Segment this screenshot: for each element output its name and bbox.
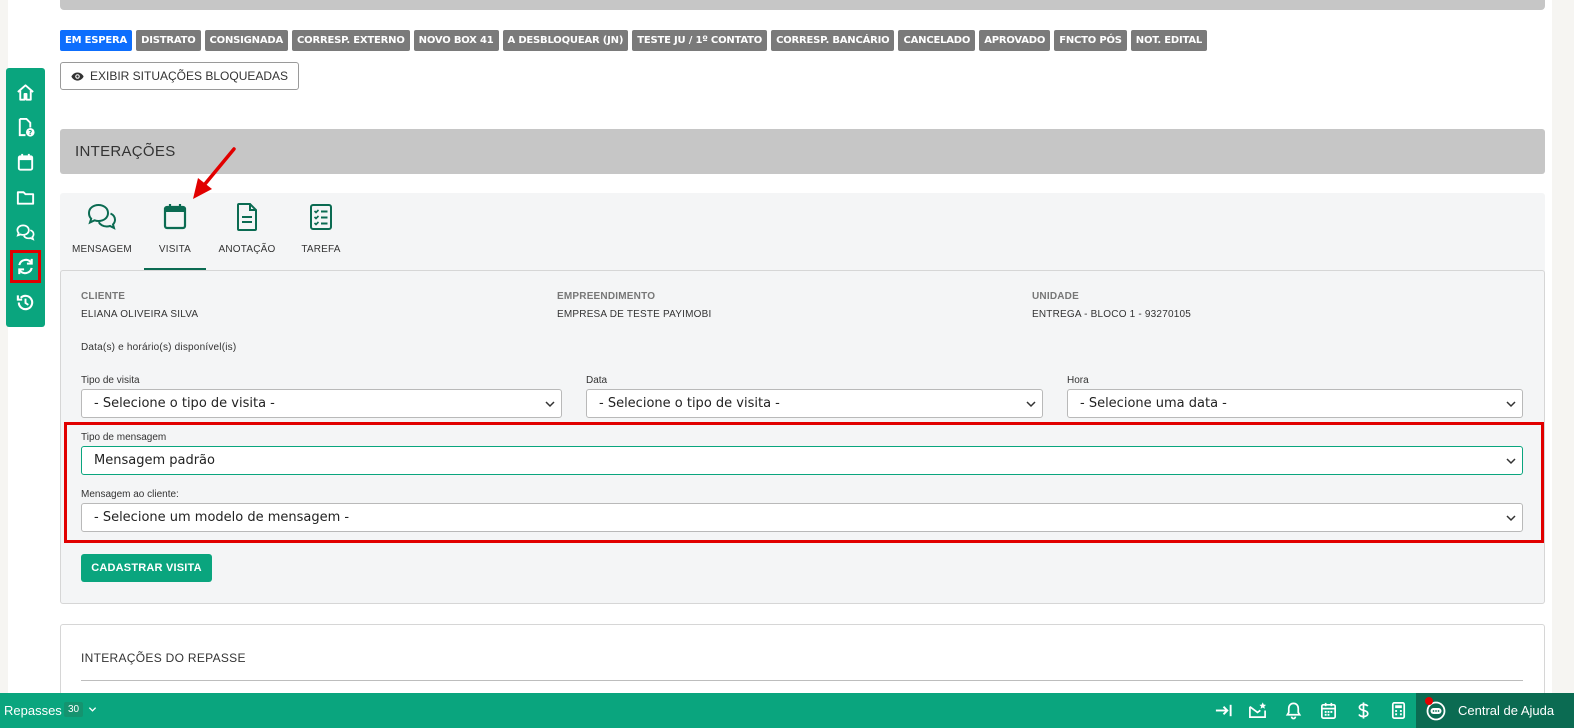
chat-icon	[16, 224, 35, 241]
data-value: - Selecione o tipo de visita -	[599, 396, 780, 411]
status-badge-corresp-bancario[interactable]: CORRESP. BANCÁRIO	[771, 30, 895, 51]
sync-icon	[18, 258, 33, 275]
history-icon	[16, 294, 34, 311]
unidade-label: UNIDADE	[1032, 291, 1079, 302]
collapse-right-icon[interactable]	[1214, 701, 1233, 720]
status-badge-corresp-externo[interactable]: CORRESP. EXTERNO	[292, 30, 410, 51]
help-center-button[interactable]: Central de Ajuda	[1416, 693, 1574, 728]
tab-anotacao[interactable]: ANOTAÇÃO	[216, 201, 278, 270]
tipo-visita-select[interactable]: - Selecione o tipo de visita -	[81, 389, 562, 418]
show-blocked-label: EXIBIR SITUAÇÕES BLOQUEADAS	[90, 69, 289, 83]
main-content: EM ESPERA DISTRATO CONSIGNADA CORRESP. E…	[0, 0, 1574, 728]
chevron-down-icon[interactable]	[88, 705, 97, 714]
status-badge-consignada[interactable]: CONSIGNADA	[204, 30, 289, 51]
hora-value: - Selecione uma data -	[1080, 396, 1227, 411]
status-badge-not-edital[interactable]: NOT. EDITAL	[1130, 30, 1208, 51]
sidebar-item-calendar[interactable]	[12, 149, 39, 176]
tipo-visita-label: Tipo de visita	[81, 375, 140, 386]
repasse-title: INTERAÇÕES DO REPASSE	[81, 651, 246, 665]
help-center-label: Central de Ajuda	[1458, 703, 1555, 718]
bottom-bar-title[interactable]: Repasses	[4, 703, 62, 718]
tipo-visita-value: - Selecione o tipo de visita -	[94, 396, 275, 411]
top-panel-edge	[60, 0, 1545, 10]
cliente-value: ELIANA OLIVEIRA SILVA	[81, 309, 199, 320]
chat-icon	[87, 203, 117, 230]
sidebar-item-home[interactable]	[12, 79, 39, 106]
document-icon	[237, 203, 257, 231]
bottom-bar: Repasses 30 Central de Ajuda	[0, 693, 1574, 728]
empreendimento-label: EMPREENDIMENTO	[557, 291, 656, 302]
sidebar: ?	[6, 68, 45, 327]
hora-label: Hora	[1067, 375, 1089, 386]
dollar-icon[interactable]	[1354, 701, 1373, 720]
show-blocked-button[interactable]: EXIBIR SITUAÇÕES BLOQUEADAS	[60, 62, 300, 90]
section-title: INTERAÇÕES	[60, 129, 1545, 174]
home-icon	[17, 84, 34, 101]
status-badge-novo-box-41[interactable]: NOVO BOX 41	[413, 30, 499, 51]
chevron-down-icon	[1506, 401, 1516, 408]
status-badge-fncto-pos[interactable]: FNCTO PÓS	[1054, 30, 1127, 51]
status-badge-list: EM ESPERA DISTRATO CONSIGNADA CORRESP. E…	[60, 30, 1208, 51]
sidebar-item-history[interactable]	[12, 289, 39, 316]
sidebar-item-chat[interactable]	[12, 219, 39, 246]
cliente-label: CLIENTE	[81, 291, 126, 302]
tab-mensagem-label: MENSAGEM	[72, 244, 132, 255]
hora-select[interactable]: - Selecione uma data -	[1067, 389, 1523, 418]
calendar-icon	[163, 204, 187, 230]
status-badge-cancelado[interactable]: CANCELADO	[898, 30, 976, 51]
repasse-interactions-box: INTERAÇÕES DO REPASSE	[60, 624, 1545, 704]
divider	[81, 680, 1523, 681]
eye-icon	[71, 71, 84, 81]
mail-star-icon[interactable]	[1248, 701, 1267, 720]
calculator-icon[interactable]	[1389, 701, 1408, 720]
folder-icon	[16, 191, 35, 205]
cadastrar-visita-button[interactable]: CADASTRAR VISITA	[81, 554, 212, 582]
status-badge-distrato[interactable]: DISTRATO	[136, 30, 201, 51]
calendar-icon	[17, 153, 34, 171]
status-badge-a-desbloquear[interactable]: A DESBLOQUEAR (JN)	[502, 30, 629, 51]
sidebar-item-folder[interactable]	[12, 184, 39, 211]
sidebar-item-file-question[interactable]: ?	[12, 114, 39, 141]
highlight-box	[64, 422, 1544, 543]
empreendimento-value: EMPRESA DE TESTE PAYIMOBI	[557, 309, 712, 320]
status-badge-aprovado[interactable]: APROVADO	[979, 30, 1051, 51]
tab-tarefa[interactable]: TAREFA	[290, 201, 352, 270]
data-label: Data	[586, 375, 608, 386]
file-question-icon: ?	[18, 117, 35, 137]
tab-mensagem[interactable]: MENSAGEM	[72, 201, 132, 270]
bottom-bar-count: 30	[64, 702, 84, 717]
chevron-down-icon	[1026, 401, 1036, 408]
checklist-icon	[310, 204, 332, 230]
data-select[interactable]: - Selecione o tipo de visita -	[586, 389, 1043, 418]
sidebar-item-sync[interactable]	[10, 250, 41, 283]
notification-dot	[1425, 697, 1433, 705]
calendar-icon[interactable]	[1319, 701, 1338, 720]
status-badge-teste-ju[interactable]: TESTE JU / 1º CONTATO	[632, 30, 768, 51]
tab-anotacao-label: ANOTAÇÃO	[218, 244, 276, 255]
tab-tarefa-label: TAREFA	[301, 244, 341, 255]
available-dates-note: Data(s) e horário(s) disponível(is)	[81, 342, 237, 353]
tab-visita[interactable]: VISITA	[144, 201, 206, 270]
svg-text:?: ?	[28, 129, 32, 137]
tab-visita-label: VISITA	[158, 244, 192, 255]
unidade-value: ENTREGA - BLOCO 1 - 93270105	[1032, 309, 1192, 320]
status-badge-em-espera[interactable]: EM ESPERA	[60, 30, 133, 51]
chevron-down-icon	[545, 401, 555, 408]
bell-icon[interactable]	[1284, 701, 1303, 720]
